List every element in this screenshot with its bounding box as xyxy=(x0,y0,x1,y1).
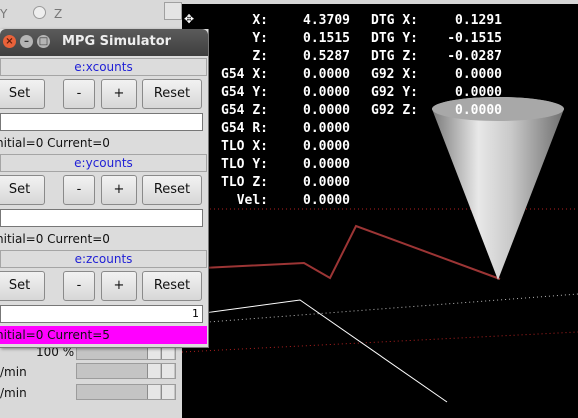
dro-row: G54 R: 0.0000 xyxy=(182,120,578,138)
dro-label: TLO Z: xyxy=(221,175,268,190)
y-set-button[interactable]: Set xyxy=(0,175,45,205)
x-set-button[interactable]: Set xyxy=(0,79,45,109)
dro-label: TLO Y: xyxy=(221,157,268,172)
dro-label: TLO X: xyxy=(221,139,268,154)
z-reset-button[interactable]: Reset xyxy=(142,271,202,301)
toolpath-preview[interactable]: ✥ X: 4.3709 DTG X: 0.1291 Y: 0.1515 DTG Y: -0.1… xyxy=(182,4,578,418)
rate2-label: /min xyxy=(0,386,27,400)
dro-value: 0.0000 xyxy=(303,175,350,190)
dro-value: 0.1291 xyxy=(455,13,502,28)
limit-line-bottom xyxy=(182,331,578,353)
dro-value: 0.0000 xyxy=(455,85,502,100)
radio-y-label: Y xyxy=(0,7,8,21)
x-count-field[interactable] xyxy=(0,113,203,131)
dro-row: Vel: 0.0000 xyxy=(182,192,578,210)
close-icon[interactable]: × xyxy=(3,35,16,48)
x-axis-title: e:xcounts xyxy=(0,58,207,76)
y-axis-title: e:ycounts xyxy=(0,154,207,172)
x-minus-button[interactable]: - xyxy=(63,79,95,109)
dro-label: X: xyxy=(252,13,268,28)
z-axis-panel: e:zcounts Set - + Reset 1 nitial=0 Curre… xyxy=(0,250,207,344)
y-minus-button[interactable]: - xyxy=(63,175,95,205)
mpg-simulator-window: × – □ MPG Simulator e:xcounts Set - + Re… xyxy=(0,29,209,348)
dro-row: TLO Z: 0.0000 xyxy=(182,174,578,192)
dro-label: Vel: xyxy=(236,193,268,208)
z-axis-title: e:zcounts xyxy=(0,250,207,268)
dro-label: G54 Y: xyxy=(221,85,268,100)
dro-value: 0.0000 xyxy=(303,193,350,208)
dro-label: G92 X: xyxy=(371,67,418,82)
dro-label: G54 X: xyxy=(221,67,268,82)
radio-z-label: Z xyxy=(54,7,63,21)
dro-label: Y: xyxy=(252,31,268,46)
dro-value: 0.0000 xyxy=(303,67,350,82)
title-bar[interactable]: × – □ MPG Simulator xyxy=(0,29,208,56)
x-status: nitial=0 Current=0 xyxy=(0,136,110,150)
dro-value: 4.3709 xyxy=(303,13,350,28)
dro-label: G92 Y: xyxy=(371,85,418,100)
dro-label: DTG Z: xyxy=(371,49,418,64)
z-count-field[interactable]: 1 xyxy=(0,305,203,323)
dro-row: TLO X: 0.0000 xyxy=(182,138,578,156)
dro-value: 0.0000 xyxy=(455,67,502,82)
maximize-icon[interactable]: □ xyxy=(37,35,50,48)
rate1-slider[interactable] xyxy=(76,363,176,379)
radio-z[interactable] xyxy=(33,6,47,19)
z-plus-button[interactable]: + xyxy=(101,271,137,301)
dro-label: G92 Z: xyxy=(371,103,418,118)
y-axis-panel: e:ycounts Set - + Reset nitial=0 Current… xyxy=(0,154,207,248)
dro-value: 0.0000 xyxy=(303,85,350,100)
dro-label: G54 R: xyxy=(221,121,268,136)
dro-value: 0.0000 xyxy=(303,139,350,154)
dro-label: G54 Z: xyxy=(221,103,268,118)
z-set-button[interactable]: Set xyxy=(0,271,45,301)
dro-row: TLO Y: 0.0000 xyxy=(182,156,578,174)
dro-value: 0.0000 xyxy=(303,121,350,136)
y-status: nitial=0 Current=0 xyxy=(0,232,110,246)
rate1-label: /min xyxy=(0,365,27,379)
y-count-field[interactable] xyxy=(0,209,203,227)
dro-value: 0.5287 xyxy=(303,49,350,64)
dro-label: Z: xyxy=(252,49,268,64)
dro-row: G54 Z: 0.0000 G92 Z: 0.0000 xyxy=(182,102,578,120)
rate2-slider[interactable] xyxy=(76,384,176,400)
window-corner-button[interactable] xyxy=(164,2,182,20)
y-plus-button[interactable]: + xyxy=(101,175,137,205)
axis-radio-group: Y Z xyxy=(0,6,62,21)
dro-value: 0.0000 xyxy=(455,103,502,118)
dro-row: G54 X: 0.0000 G92 X: 0.0000 xyxy=(182,66,578,84)
dro-value: 0.0000 xyxy=(303,157,350,172)
feed-line xyxy=(182,299,448,403)
dro-value: 0.0000 xyxy=(303,103,350,118)
z-status: nitial=0 Current=5 xyxy=(0,326,207,344)
limit-line-middle xyxy=(182,293,578,325)
x-plus-button[interactable]: + xyxy=(101,79,137,109)
window-title: MPG Simulator xyxy=(62,34,172,49)
dro-value: -0.0287 xyxy=(447,49,502,64)
dro-value: -0.1515 xyxy=(447,31,502,46)
x-reset-button[interactable]: Reset xyxy=(142,79,202,109)
dro-label: DTG Y: xyxy=(371,31,418,46)
dro-row: G54 Y: 0.0000 G92 Y: 0.0000 xyxy=(182,84,578,102)
toolpath-line xyxy=(182,224,501,280)
y-reset-button[interactable]: Reset xyxy=(142,175,202,205)
z-minus-button[interactable]: - xyxy=(63,271,95,301)
dro-row: Z: 0.5287 DTG Z: -0.0287 xyxy=(182,48,578,66)
dro-row: Y: 0.1515 DTG Y: -0.1515 xyxy=(182,30,578,48)
minimize-icon[interactable]: – xyxy=(20,35,33,48)
dro-label: DTG X: xyxy=(371,13,418,28)
dro-value: 0.1515 xyxy=(303,31,350,46)
dro-row: X: 4.3709 DTG X: 0.1291 xyxy=(182,12,578,30)
x-axis-panel: e:xcounts Set - + Reset nitial=0 Current… xyxy=(0,58,207,152)
